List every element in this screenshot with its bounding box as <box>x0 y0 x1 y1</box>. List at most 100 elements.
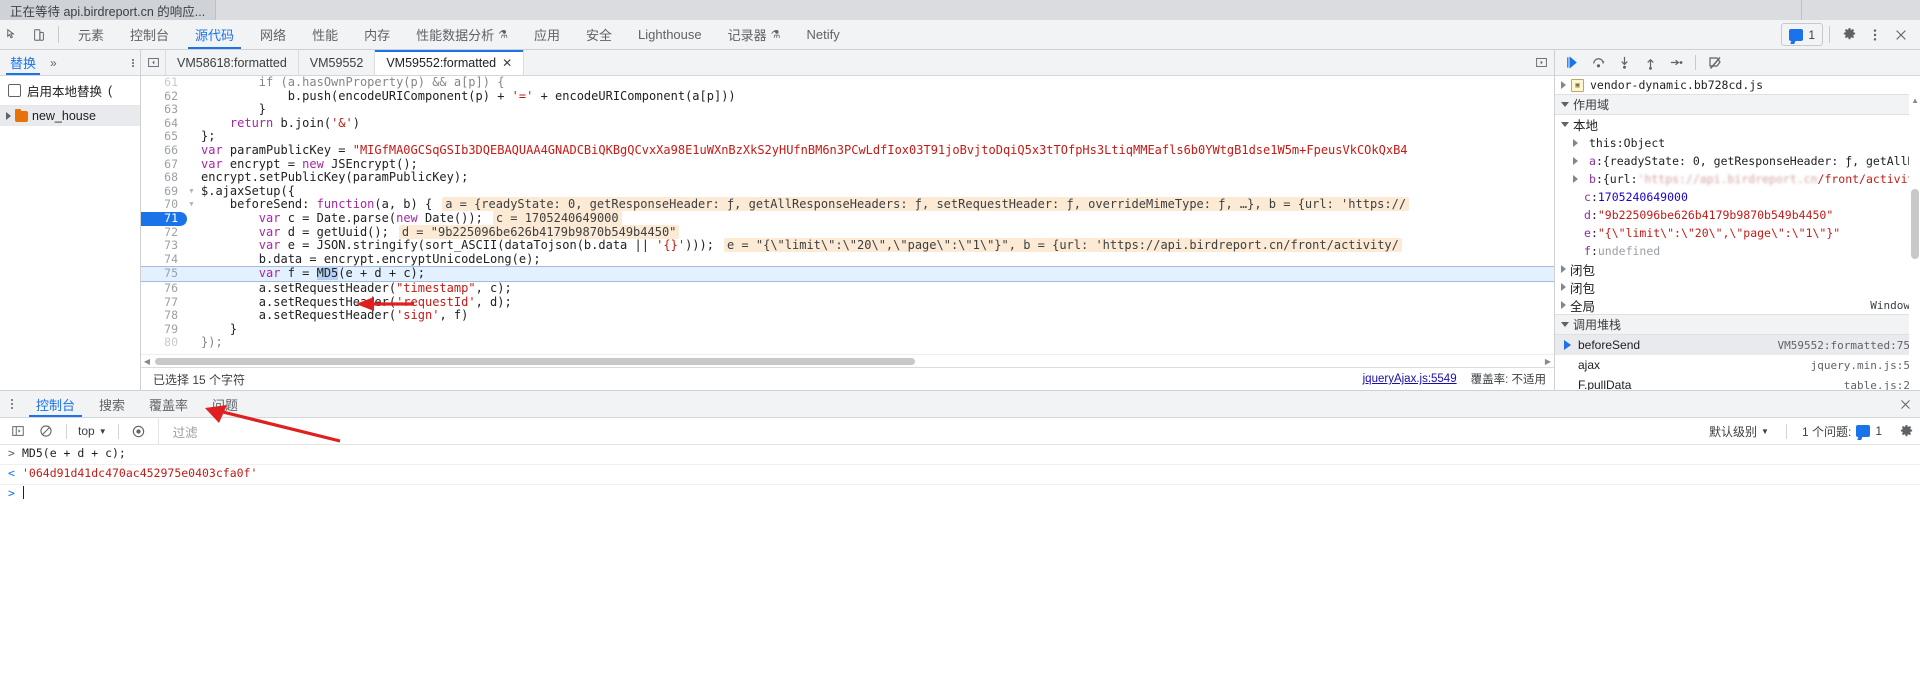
line-number[interactable]: 79 <box>141 322 187 337</box>
tab-performance-insights[interactable]: 性能数据分析 ⚗ <box>403 20 521 49</box>
code-line[interactable]: 61 if (a.hasOwnProperty(p) && a[p]) { <box>141 76 1554 90</box>
code-line[interactable]: 62 b.push(encodeURIComponent(p) + '=' + … <box>141 89 1554 104</box>
line-number[interactable]: 66 <box>141 143 187 158</box>
chevron-right-icon[interactable] <box>6 112 11 120</box>
device-toolbar-icon[interactable] <box>26 23 52 47</box>
deactivate-breakpoints-icon[interactable] <box>1703 52 1727 74</box>
drawer-tab-coverage[interactable]: 覆盖率 <box>137 391 200 417</box>
code-line[interactable]: 63 } <box>141 102 1554 117</box>
show-navigator-icon[interactable] <box>141 50 166 75</box>
scope-section-header[interactable]: 作用域 <box>1555 94 1920 115</box>
execution-context-selector[interactable]: top ▼ <box>74 424 111 438</box>
closure-scope-1[interactable]: 闭包 <box>1555 260 1920 278</box>
step-out-icon[interactable] <box>1638 52 1662 74</box>
scrollbar-thumb[interactable] <box>155 358 915 365</box>
console-issues-button[interactable]: 1 个问题: 1 <box>1794 423 1890 440</box>
navigator-menu-kebab-icon[interactable] <box>132 58 134 67</box>
tab-network[interactable]: 网络 <box>247 20 299 49</box>
closure-scope-2[interactable]: 闭包 <box>1555 278 1920 296</box>
line-number[interactable]: 74 <box>141 252 187 267</box>
tab-elements[interactable]: 元素 <box>65 20 117 49</box>
scope-variable-row[interactable]: e: "{\"limit\":\"20\",\"page\":\"1\"}" <box>1555 224 1920 242</box>
scope-variable-row[interactable]: c: 1705240649000 <box>1555 188 1920 206</box>
drawer-tab-search[interactable]: 搜索 <box>87 391 137 417</box>
code-line[interactable]: 80}); <box>141 335 1554 350</box>
console-settings-gear-icon[interactable] <box>1892 424 1920 439</box>
scroll-right-arrow-icon[interactable]: ▶ <box>1542 357 1554 366</box>
code-line[interactable]: 68 encrypt.setPublicKey(paramPublicKey); <box>141 170 1554 185</box>
chevron-right-icon[interactable] <box>1561 265 1566 273</box>
navigator-tab-overrides[interactable]: 替换 <box>6 50 41 75</box>
fold-marker-icon[interactable]: ▼ <box>187 198 196 212</box>
line-number[interactable]: 62 <box>141 89 187 104</box>
line-number[interactable]: 64 <box>141 116 187 131</box>
console-sidebar-icon[interactable] <box>5 420 31 442</box>
step-over-icon[interactable] <box>1586 52 1610 74</box>
tab-security[interactable]: 安全 <box>573 20 625 49</box>
scope-variable-row[interactable]: this: Object <box>1555 134 1920 152</box>
close-drawer-icon[interactable] <box>1890 398 1920 411</box>
console-prompt-row[interactable]: > <box>0 485 1920 504</box>
callstack-row[interactable]: F.pullData table.js:2 <box>1555 375 1920 390</box>
drawer-menu-kebab-icon[interactable] <box>0 399 24 409</box>
code-line[interactable]: 73 var e = JSON.stringify(sort_ASCII(dat… <box>141 238 1554 253</box>
line-number[interactable]: 77 <box>141 295 187 310</box>
code-line[interactable]: 69 ▼ $.ajaxSetup({ <box>141 184 1554 199</box>
line-number[interactable]: 69 <box>141 184 187 199</box>
line-number[interactable]: 75 <box>141 267 187 281</box>
scope-variable-row[interactable]: d: "9b225096be626b4179b9870b549b4450" <box>1555 206 1920 224</box>
editor-tab-vm59552[interactable]: VM59552 <box>298 50 376 75</box>
tab-sources[interactable]: 源代码 <box>182 20 247 49</box>
settings-gear-icon[interactable] <box>1836 23 1862 47</box>
fold-marker-icon[interactable]: ▼ <box>187 185 196 199</box>
tab-netify[interactable]: Netify <box>794 20 853 49</box>
line-number[interactable]: 71 <box>141 211 187 226</box>
line-number[interactable]: 76 <box>141 281 187 296</box>
code-line[interactable]: 72 var d = getUuid(); d = "9b225096be626b… <box>141 224 1554 240</box>
callstack-row[interactable]: ajax jquery.min.js:5 <box>1555 355 1920 375</box>
chevron-right-icon[interactable] <box>1573 139 1584 147</box>
code-scroll-area[interactable]: 61 if (a.hasOwnProperty(p) && a[p]) {62 … <box>141 76 1554 354</box>
debugger-scrollbar[interactable]: ▲ <box>1909 94 1920 390</box>
chevron-right-icon[interactable] <box>1561 301 1566 309</box>
line-number[interactable]: 65 <box>141 130 187 144</box>
editor-tab-vm59552-formatted[interactable]: VM59552:formatted ✕ <box>375 50 525 75</box>
callstack-row[interactable]: beforeSend VM59552:formatted:75 <box>1555 335 1920 355</box>
console-log-level-selector[interactable]: 默认级别 ▼ <box>1699 423 1779 440</box>
line-number[interactable]: 73 <box>141 239 187 253</box>
callstack-section-header[interactable]: 调用堆栈 <box>1555 314 1920 335</box>
line-number[interactable]: 68 <box>141 171 187 185</box>
line-number[interactable]: 67 <box>141 157 187 172</box>
code-line[interactable]: 74 b.data = encrypt.encryptUnicodeLong(e… <box>141 252 1554 267</box>
close-devtools-icon[interactable] <box>1888 23 1914 47</box>
chevron-right-icon[interactable] <box>1561 283 1566 291</box>
tab-memory[interactable]: 内存 <box>351 20 403 49</box>
line-number[interactable]: 63 <box>141 103 187 117</box>
global-scope-row[interactable]: 全局 Window <box>1555 296 1920 314</box>
more-options-kebab-icon[interactable] <box>1862 23 1888 47</box>
console-filter-input[interactable]: 过滤 <box>157 418 1697 444</box>
overrides-folder-item[interactable]: new_house <box>0 106 140 126</box>
drawer-tab-console[interactable]: 控制台 <box>24 391 87 417</box>
show-debugger-icon[interactable] <box>1528 50 1554 75</box>
code-line[interactable]: 78 a.setRequestHeader('sign', f) <box>141 308 1554 323</box>
console-message-list[interactable]: > MD5(e + d + c); < '064d91d41dc470ac452… <box>0 445 1920 697</box>
live-expression-eye-icon[interactable] <box>126 420 152 442</box>
tab-application[interactable]: 应用 <box>521 20 573 49</box>
scope-variable-row[interactable]: b: {url: 'https://api.birdreport.cn/fron… <box>1555 170 1920 188</box>
issues-counter-button[interactable]: 1 <box>1781 23 1823 46</box>
code-line[interactable]: 66 var paramPublicKey = "MIGfMA0GCSqGSIb3… <box>141 143 1554 158</box>
console-prompt-input[interactable] <box>22 486 24 500</box>
enable-overrides-row[interactable]: 启用本地替换 ( <box>0 76 140 106</box>
resume-script-icon[interactable] <box>1560 52 1584 74</box>
chevron-double-right-icon[interactable]: » <box>50 56 57 70</box>
editor-horizontal-scrollbar[interactable]: ◀ ▶ <box>141 354 1554 367</box>
scroll-up-arrow-icon[interactable]: ▲ <box>1911 96 1919 105</box>
tab-performance[interactable]: 性能 <box>299 20 351 49</box>
line-number[interactable]: 72 <box>141 225 187 240</box>
code-line[interactable]: 64 return b.join('&') <box>141 116 1554 131</box>
scope-variable-row[interactable]: a: {readyState: 0, getResponseHeader: ƒ,… <box>1555 152 1920 170</box>
code-line[interactable]: 65}; <box>141 130 1554 144</box>
source-location-link[interactable]: jqueryAjax.js:5549 <box>1363 373 1457 385</box>
drawer-tab-issues[interactable]: 问题 <box>200 391 250 417</box>
